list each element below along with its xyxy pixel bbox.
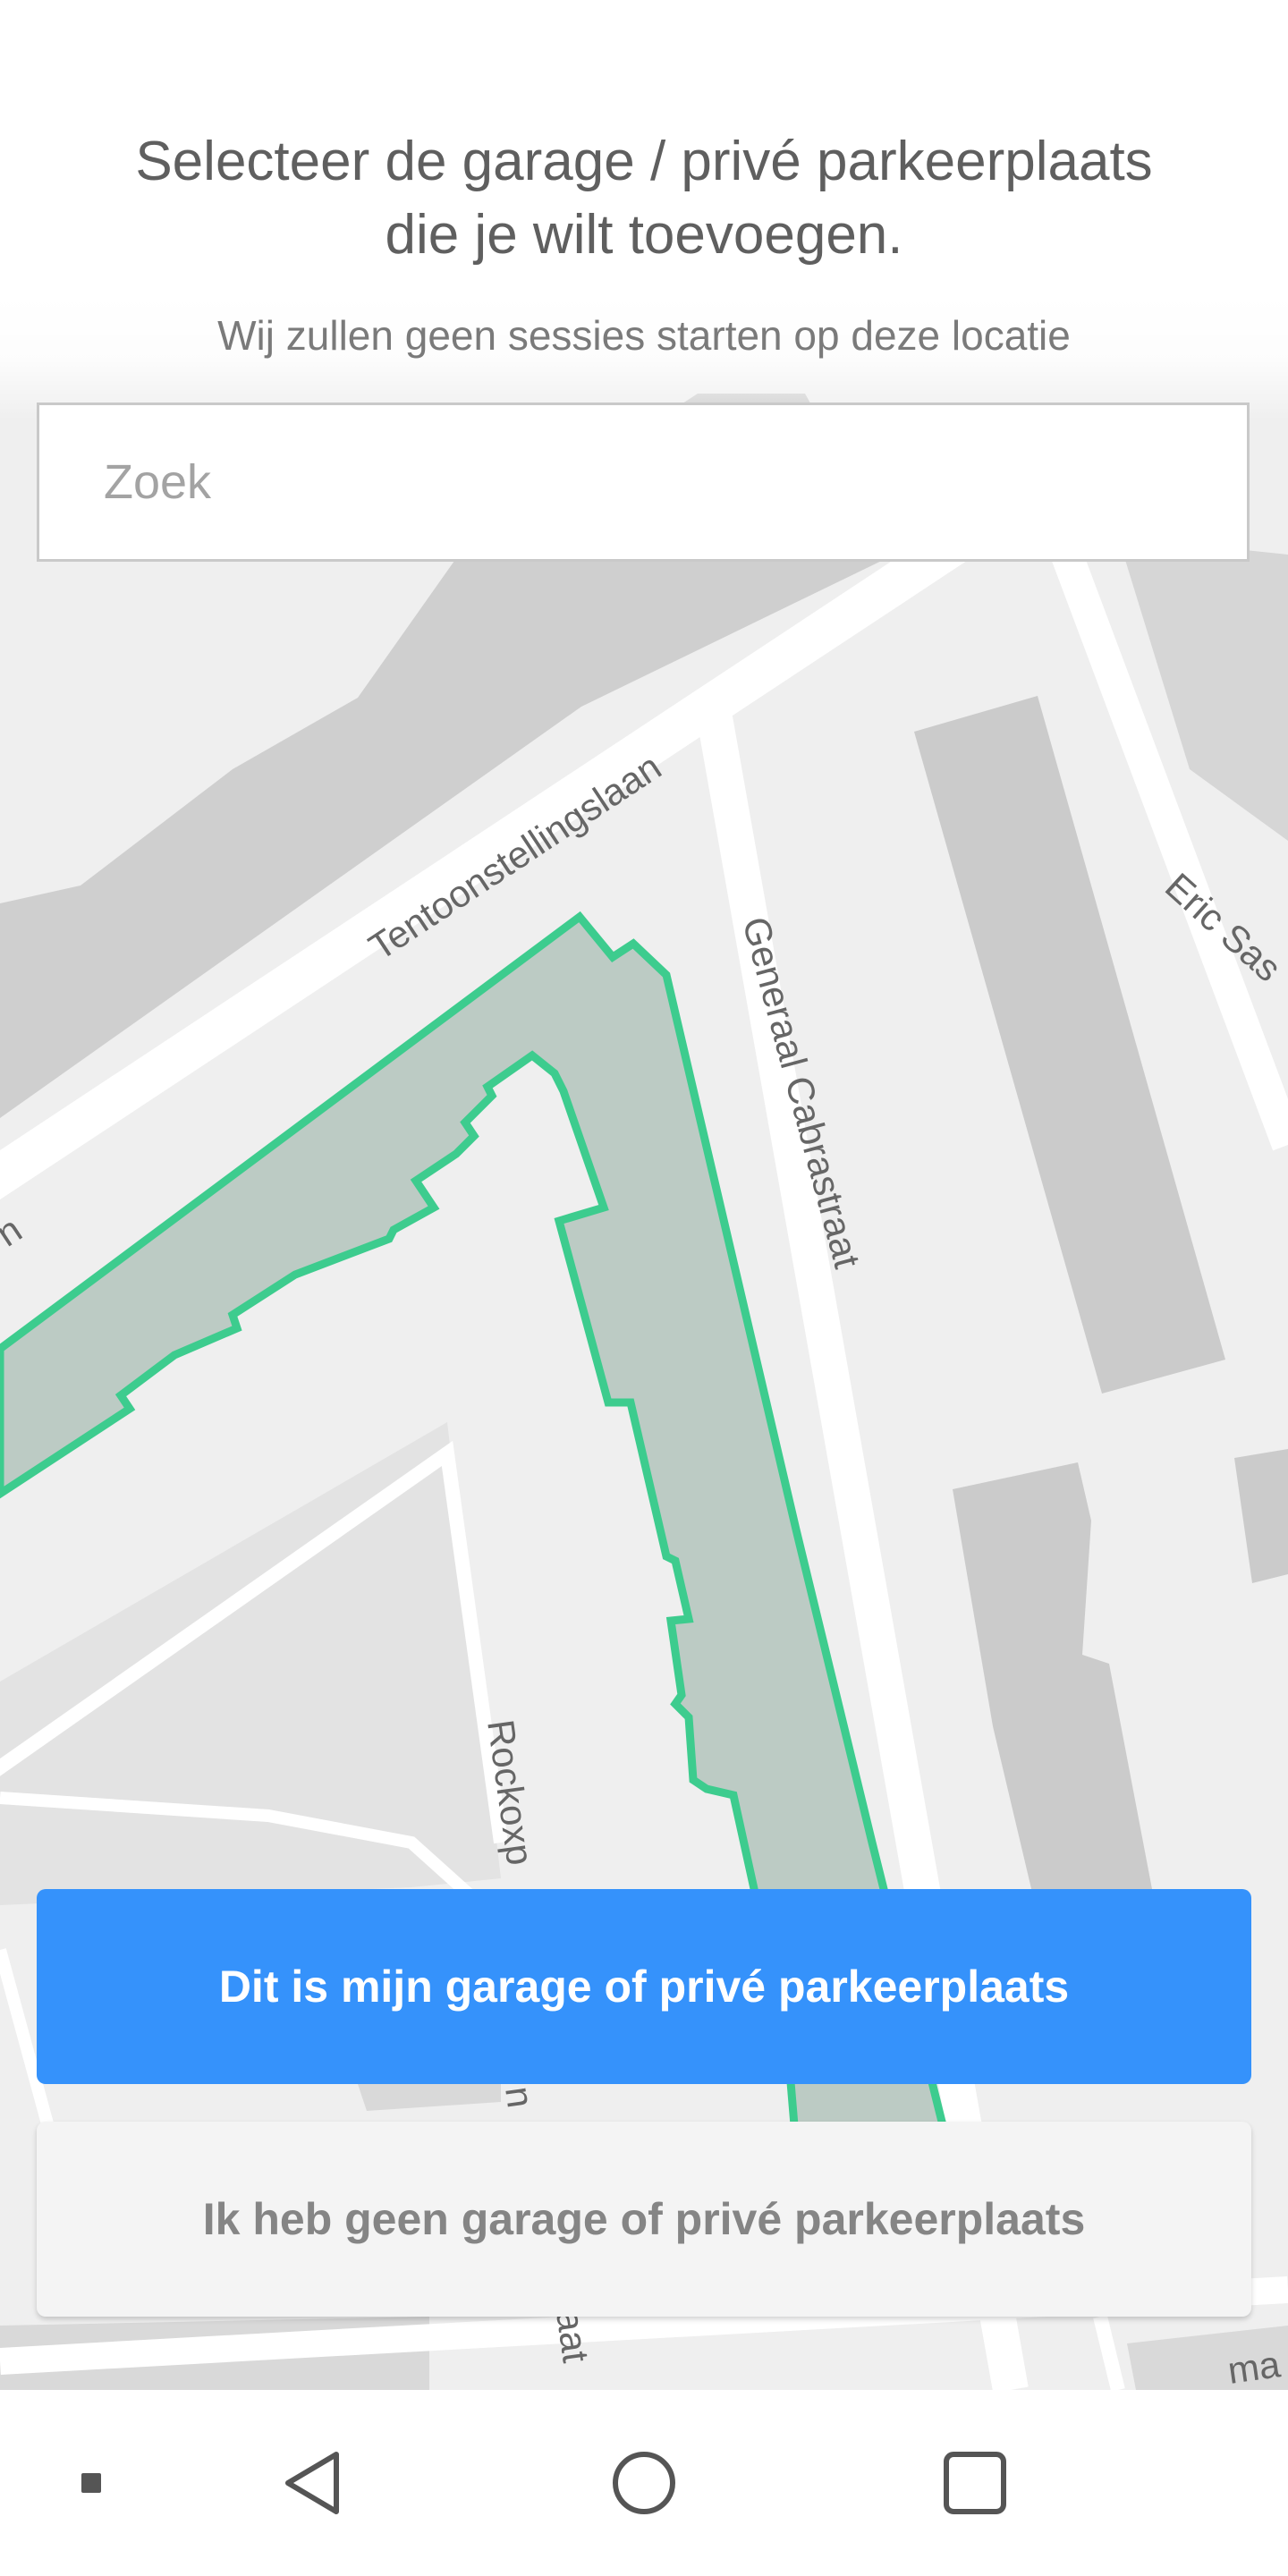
home-icon xyxy=(613,2452,675,2514)
page-title: Selecteer de garage / privé parkeerplaat… xyxy=(54,125,1234,272)
no-garage-button[interactable]: Ik heb geen garage of privé parkeerplaat… xyxy=(37,2122,1251,2317)
menu-square-icon xyxy=(81,2473,101,2493)
street-label-fragment: n xyxy=(497,2084,542,2111)
page-subtitle: Wij zullen geen sessies starten op deze … xyxy=(217,312,1071,359)
title-line-1: Selecteer de garage / privé parkeerplaat… xyxy=(135,131,1153,192)
road xyxy=(1093,2315,1125,2390)
confirm-garage-button[interactable]: Dit is mijn garage of privé parkeerplaat… xyxy=(37,1889,1251,2084)
recents-button[interactable] xyxy=(930,2438,1020,2528)
system-nav-bar xyxy=(0,2390,1288,2576)
street-label-fragment: ma xyxy=(1225,2343,1284,2390)
search-box[interactable] xyxy=(37,402,1250,562)
back-icon xyxy=(285,2452,339,2514)
search-input[interactable] xyxy=(39,405,1247,559)
title-line-2: die je wilt toevoegen. xyxy=(385,204,903,266)
street-label-fragment: n xyxy=(0,1208,29,1254)
building-block xyxy=(0,1422,501,1905)
menu-square-button[interactable] xyxy=(63,2438,120,2528)
building-block xyxy=(1234,1449,1288,1583)
recents-icon xyxy=(944,2452,1006,2514)
back-button[interactable] xyxy=(268,2438,358,2528)
home-button[interactable] xyxy=(599,2438,689,2528)
building-block xyxy=(914,696,1225,1394)
